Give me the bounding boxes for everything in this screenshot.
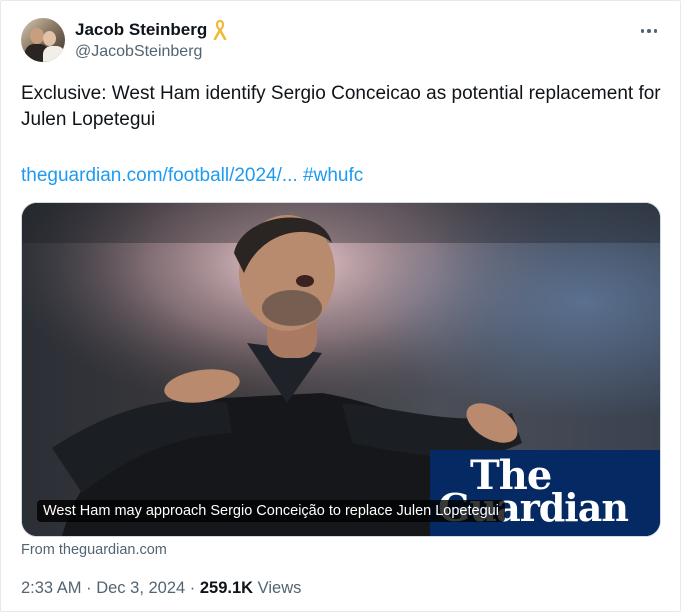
preview-caption: West Ham may approach Sergio Conceição t…	[37, 500, 505, 522]
article-link[interactable]: theguardian.com/football/2024/...	[21, 165, 298, 186]
tweet-meta: 2:33 AM · Dec 3, 2024 · 259.1K Views	[21, 579, 301, 598]
tweet-links: theguardian.com/football/2024/... #whufc	[21, 163, 363, 189]
link-source[interactable]: From theguardian.com	[21, 542, 167, 558]
views-label: Views	[253, 579, 302, 597]
views-count[interactable]: 259.1K	[200, 579, 253, 598]
hashtag-link[interactable]: #whufc	[303, 165, 363, 186]
yellow-ribbon-icon	[213, 20, 227, 40]
author-display-name[interactable]: Jacob Steinberg	[75, 20, 207, 40]
meta-separator: ·	[185, 579, 200, 597]
link-preview-card[interactable]: The Guardian West Ham may approach Sergi…	[21, 202, 661, 537]
tweet-text: Exclusive: West Ham identify Sergio Conc…	[21, 83, 661, 130]
tweet-time[interactable]: 2:33 AM	[21, 579, 82, 598]
guardian-logo: The Guardian	[430, 450, 660, 536]
tweet-date[interactable]: Dec 3, 2024	[96, 579, 185, 598]
more-options-icon[interactable]	[637, 23, 661, 39]
meta-separator: ·	[81, 579, 97, 597]
author-handle[interactable]: @JacobSteinberg	[75, 43, 202, 61]
tweet-card: Jacob Steinberg @JacobSteinberg Exclusiv…	[0, 0, 681, 612]
author-name-row: Jacob Steinberg	[75, 20, 227, 40]
avatar[interactable]	[21, 18, 65, 62]
